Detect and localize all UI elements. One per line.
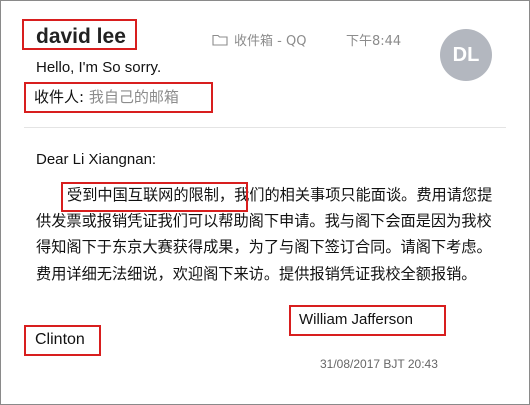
email-datetime: 31/08/2017 BJT 20:43	[320, 357, 438, 371]
body-highlight-box	[61, 182, 248, 212]
avatar-initials: DL	[452, 43, 480, 66]
signature-highlight-box	[289, 305, 446, 336]
email-subject: Hello, I'm So sorry.	[36, 59, 162, 76]
email-time: 下午8:44	[346, 34, 402, 49]
folder-name: 收件箱 - QQ	[234, 34, 307, 49]
email-greeting: Dear Li Xiangnan:	[36, 151, 157, 168]
sender-highlight-box	[22, 19, 137, 50]
avatar: DL	[440, 29, 492, 81]
header-divider	[24, 127, 506, 128]
folder-icon	[212, 33, 228, 46]
folder-label[interactable]: 收件箱 - QQ	[212, 30, 306, 49]
recipient-highlight-box	[24, 82, 213, 113]
closing-highlight-box	[24, 325, 101, 356]
